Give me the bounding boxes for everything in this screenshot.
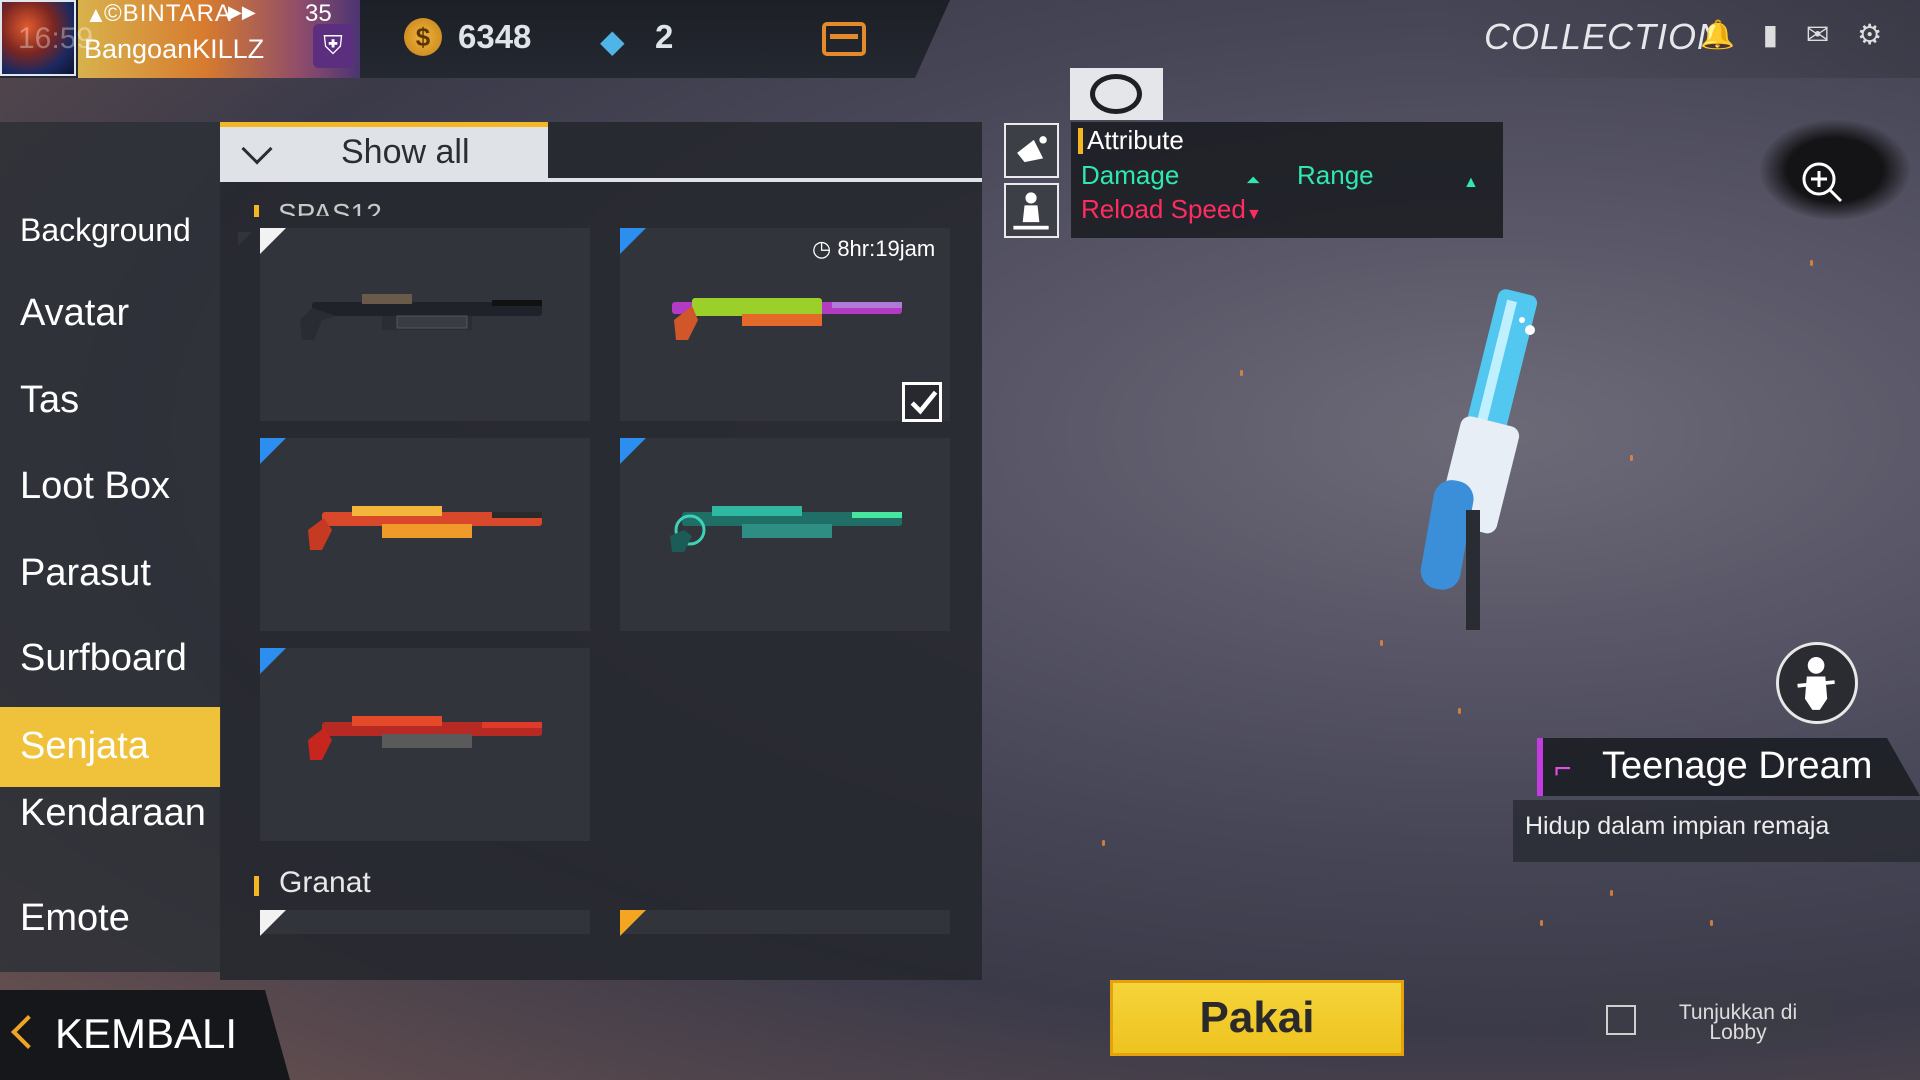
up-arrow-icon: ▲: [1463, 174, 1479, 191]
sidebar-item-tas[interactable]: Tas: [20, 380, 220, 420]
ember-particle: [1380, 640, 1383, 646]
ember-particle: [1540, 920, 1543, 926]
sidebar-item-kendaraan[interactable]: Kendaraan: [20, 793, 215, 833]
weapon-skin-icon: [1090, 74, 1142, 114]
ember-particle: [1710, 920, 1713, 926]
diamond-icon[interactable]: ◆: [600, 22, 625, 60]
coin-icon: $: [404, 18, 442, 56]
rarity-marker: [260, 648, 286, 674]
item-rarity-accent: [1537, 738, 1543, 796]
category-marker: [254, 876, 259, 896]
equip-button[interactable]: Pakai: [1110, 980, 1404, 1056]
shotgun-icon: [308, 506, 542, 550]
character-pose-button[interactable]: [1776, 642, 1858, 724]
weapon-card-4[interactable]: [620, 438, 950, 631]
rarity-marker: [260, 910, 286, 936]
ember-particle: [1458, 708, 1461, 714]
show-in-lobby-label: Tunjukkan di Lobby: [1678, 1001, 1798, 1044]
attribute-marker: [1078, 128, 1083, 154]
weapon-card-5[interactable]: [260, 648, 590, 841]
double-up-arrow-icon: ⏶: [1246, 170, 1261, 190]
rarity-marker: [260, 438, 286, 464]
zoom-in-icon[interactable]: [1795, 155, 1851, 211]
back-button[interactable]: KEMBALI: [55, 1010, 237, 1058]
screen-title: COLLECTION: [1484, 16, 1725, 57]
filter-label[interactable]: Show all: [341, 133, 470, 172]
status-bar-icons: 🔔 ▮ ✉ ⚙: [1700, 19, 1893, 50]
diamond-balance: 2: [655, 18, 674, 55]
category-marker: [254, 205, 259, 217]
coin-balance: 6348: [458, 18, 532, 55]
shotgun-icon: [672, 298, 902, 340]
item-description: Hidup dalam impian remaja: [1525, 812, 1830, 840]
attribute-title: Attribute: [1087, 125, 1184, 155]
ember-particle: [1610, 890, 1613, 896]
rarity-marker: [620, 438, 646, 464]
attribute-damage: Damage: [1081, 160, 1180, 190]
ember-particle: [1240, 370, 1243, 376]
rank-label: ©BINTARA: [104, 0, 232, 27]
rental-timer: ◷ 8hr:19jam: [812, 236, 935, 262]
sidebar-item-senjata[interactable]: Senjata: [20, 726, 220, 766]
sidebar-item-emote[interactable]: Emote: [20, 898, 220, 938]
player-name: BangoanKILLZ: [84, 34, 265, 64]
clan-emblem-icon[interactable]: ⛨: [313, 24, 353, 68]
clock-icon: ◷: [812, 236, 838, 261]
sidebar-item-background[interactable]: Background: [20, 210, 220, 250]
down-arrow-icon: ▼: [1246, 206, 1262, 223]
attribute-range: Range: [1297, 160, 1374, 190]
clock-time: 16:59: [18, 22, 94, 55]
shop-card-icon[interactable]: [822, 22, 866, 56]
granat-card-2[interactable]: [620, 910, 950, 936]
sidebar-item-surfboard[interactable]: Surfboard: [20, 638, 220, 678]
granat-card-1[interactable]: [260, 910, 590, 936]
weapon-card-1[interactable]: [238, 228, 590, 421]
category-heading-granat: Granat: [279, 866, 371, 899]
sidebar-item-parasut[interactable]: Parasut: [20, 553, 220, 593]
rank-progress-arrows: ▶▶: [228, 2, 256, 22]
weapon-card-3[interactable]: [260, 438, 590, 631]
ember-particle: [1630, 455, 1633, 461]
shotgun-icon: [308, 716, 542, 760]
pistol-icon: ⌐: [1554, 752, 1572, 785]
sidebar-item-loot-box[interactable]: Loot Box: [20, 466, 220, 506]
rarity-marker: [620, 228, 646, 254]
soldier-pose-icon[interactable]: [1004, 183, 1059, 238]
rarity-marker: [620, 910, 646, 936]
ember-particle: [1102, 840, 1105, 846]
ember-particle: [1810, 260, 1813, 266]
item-name: Teenage Dream: [1602, 745, 1873, 787]
sidebar-item-avatar[interactable]: Avatar: [20, 293, 220, 333]
megaphone-icon[interactable]: [1004, 123, 1059, 178]
shotgun-icon: [670, 506, 902, 552]
filter-underline: [548, 178, 982, 182]
attribute-reload-speed: Reload Speed: [1081, 194, 1246, 224]
equipped-check-icon: [902, 382, 942, 422]
show-in-lobby-checkbox[interactable]: [1606, 1005, 1636, 1035]
category-heading: SPAS12: [278, 198, 382, 216]
shotgun-icon: [300, 294, 542, 340]
weapon-3d-preview[interactable]: [1380, 270, 1580, 650]
rarity-marker: [238, 228, 286, 254]
timer-text: 8hr:19jam: [837, 236, 936, 261]
